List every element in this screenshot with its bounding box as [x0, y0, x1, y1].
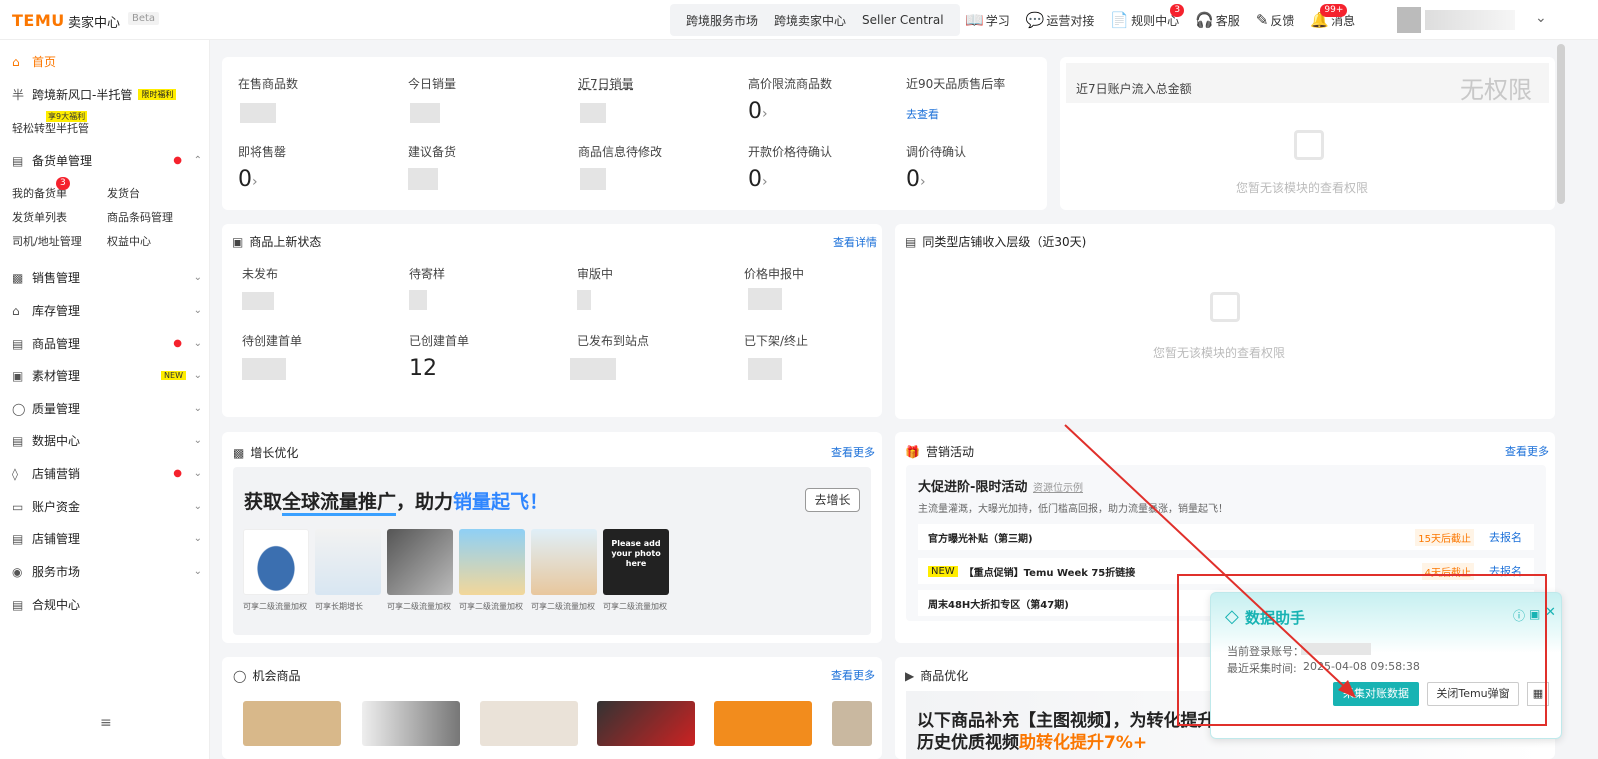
annotation-arrow — [1064, 424, 1356, 698]
